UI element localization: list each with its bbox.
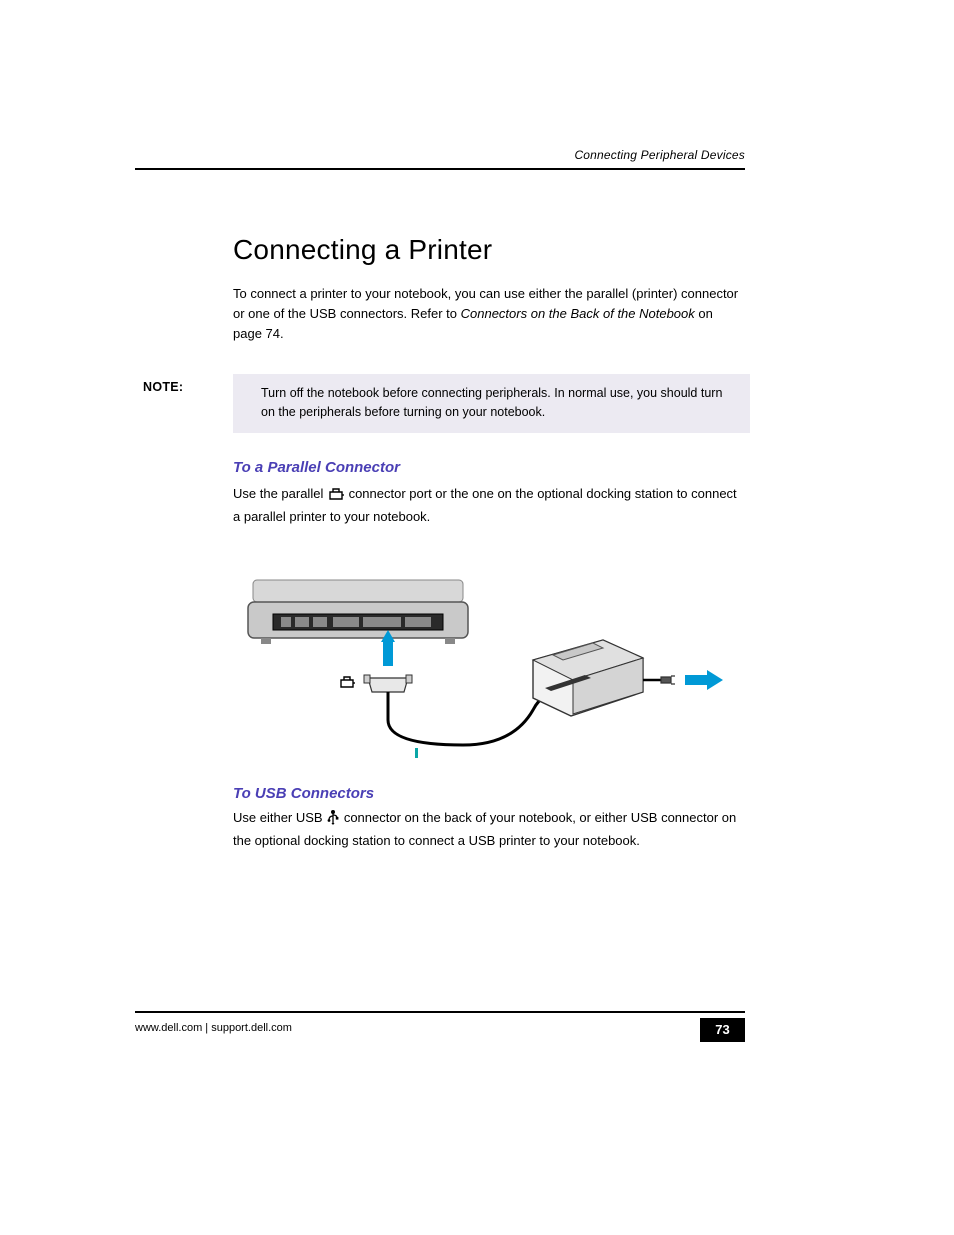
printer-illustration (533, 640, 675, 716)
parallel-paragraph: Use the parallel connector port or the o… (233, 484, 745, 527)
parallel-text-before: Use the parallel (233, 486, 327, 501)
page-number: 73 (700, 1018, 745, 1042)
page-header: Connecting Peripheral Devices (135, 148, 745, 170)
laptop-rear-illustration (248, 580, 468, 644)
usb-paragraph: Use either USB connector on the back of … (233, 808, 745, 851)
intro-paragraph: To connect a printer to your notebook, y… (233, 284, 745, 344)
page: Connecting Peripheral Devices Connecting… (0, 0, 954, 1235)
section-title: Connecting a Printer (233, 234, 492, 266)
connection-diagram (233, 560, 745, 770)
note-label: NOTE: (143, 380, 183, 394)
header-rule (135, 168, 745, 170)
subheading-usb: To USB Connectors (233, 785, 374, 802)
db25-connector-illustration (364, 675, 412, 720)
right-arrow-icon (685, 670, 723, 690)
usb-icon (326, 809, 340, 831)
cable-marker-icon (415, 748, 418, 758)
footer-text: www.dell.com | support.dell.com (135, 1022, 292, 1034)
parallel-port-icon (327, 487, 345, 507)
intro-xref: Connectors on the Back of the Notebook (461, 306, 695, 321)
note-box: Turn off the notebook before connecting … (233, 374, 750, 433)
note-text: Turn off the notebook before connecting … (261, 386, 722, 419)
parallel-port-icon (341, 677, 355, 687)
usb-text-before: Use either USB (233, 810, 326, 825)
footer-rule (135, 1011, 745, 1013)
chapter-label: Connecting Peripheral Devices (135, 148, 745, 162)
subheading-parallel: To a Parallel Connector (233, 459, 400, 476)
